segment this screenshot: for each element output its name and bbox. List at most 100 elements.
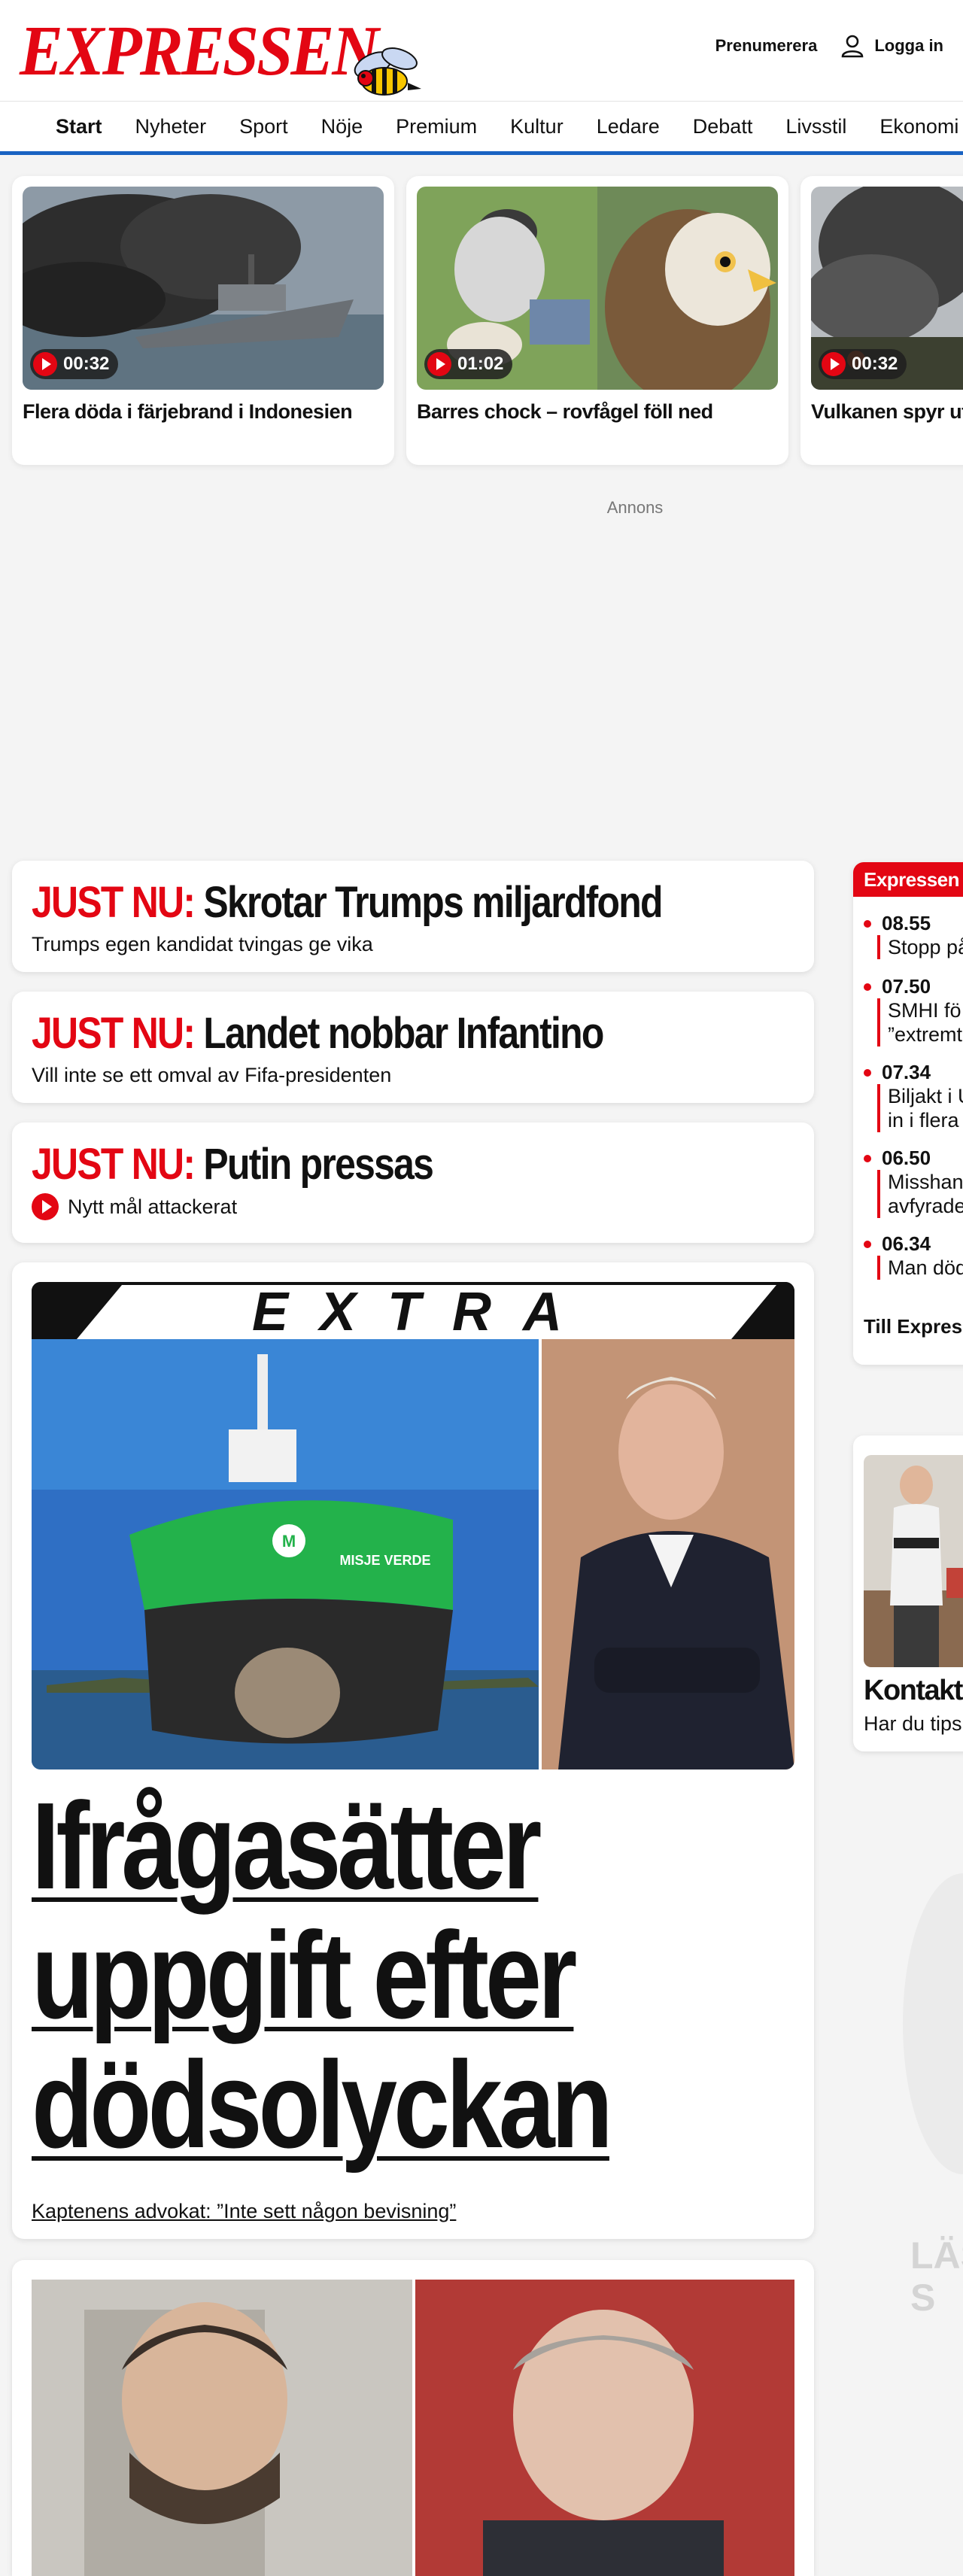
video-card[interactable]: 01:02 Barres chock – rovfågel föll ned (406, 176, 788, 465)
live-text[interactable]: Stopp på (877, 935, 963, 959)
live-text[interactable]: Biljakt i U in i flera (877, 1084, 963, 1132)
ship-name-text: MISJE VERDE (339, 1553, 430, 1568)
ship-and-captain-image: M MISJE VERDE (32, 1339, 794, 1769)
live-time: 08.55 (882, 912, 931, 934)
nav-item-premium[interactable]: Premium (379, 115, 494, 138)
sub-text: Trumps egen kandidat tvingas ge vika (32, 933, 373, 955)
video-title[interactable]: Flera döda i färjebrand i Indonesien (23, 400, 353, 424)
nav-item-livsstil[interactable]: Livsstil (769, 115, 863, 138)
contact-image[interactable] (864, 1455, 963, 1667)
live-text[interactable]: SMHI fö ”extremt (877, 998, 963, 1046)
just-now-card[interactable]: JUST NU: Landet nobbar Infantino Vill in… (12, 992, 814, 1103)
just-now-sub: Vill inte se ett omval av Fifa-president… (32, 1064, 391, 1087)
video-carousel: 00:32 Flera döda i färjebrand i Indonesi… (0, 164, 963, 472)
sub-text: Nytt mål attackerat (68, 1195, 238, 1218)
nav-item-sport[interactable]: Sport (223, 115, 305, 138)
live-feed-item[interactable]: 06.50 Misshan avfyrade (864, 1147, 963, 1218)
just-now-card[interactable]: JUST NU: Putin pressas Nytt mål attacker… (12, 1122, 814, 1243)
ad-label: Annons (606, 498, 664, 517)
extra-article-image[interactable]: M MISJE VERDE (32, 1339, 794, 1769)
play-icon[interactable] (32, 1193, 59, 1220)
play-icon (33, 352, 57, 376)
video-card[interactable]: 00:32 Flera döda i färjebrand i Indonesi… (12, 176, 394, 465)
contact-title[interactable]: Kontakta (864, 1675, 963, 1707)
just-now-sub: Nytt mål attackerat (32, 1193, 237, 1220)
main-nav: Start Nyheter Sport Nöje Premium Kultur … (0, 101, 963, 155)
just-now-headline[interactable]: JUST NU: Putin pressas (32, 1139, 434, 1189)
live-dot-icon (864, 919, 871, 928)
just-now-headline[interactable]: JUST NU: Skrotar Trumps miljardfond (32, 877, 664, 928)
live-time: 07.50 (882, 975, 931, 998)
duration-text: 01:02 (457, 354, 504, 374)
video-duration: 00:32 (30, 349, 119, 379)
nav-item-ekonomi[interactable]: Ekonomi (863, 115, 963, 138)
header-actions: Prenumerera Logga in (715, 33, 943, 59)
login-label[interactable]: Logga in (874, 36, 943, 56)
just-now-headline[interactable]: JUST NU: Landet nobbar Infantino (32, 1008, 604, 1059)
wasp-icon (354, 47, 421, 96)
extra-banner-graphic: EXTRA (32, 1282, 794, 1339)
just-now-prefix: JUST NU: (32, 1140, 196, 1189)
faded-sidebar-ad[interactable]: LÄS S (888, 1836, 963, 2407)
play-icon (822, 352, 846, 376)
just-now-sub: Trumps egen kandidat tvingas ge vika (32, 933, 373, 956)
live-feed-more-link[interactable]: Till Express (864, 1315, 963, 1338)
video-title[interactable]: Vulkanen spyr ut (811, 400, 963, 424)
duration-text: 00:32 (63, 354, 110, 374)
logo-text[interactable]: EXPRESSEN (20, 14, 379, 89)
next-article-card[interactable] (12, 2260, 814, 2576)
live-dot-icon (864, 1154, 871, 1162)
just-now-prefix: JUST NU: (32, 878, 196, 927)
nav-item-noje[interactable]: Nöje (305, 115, 380, 138)
nav-item-kultur[interactable]: Kultur (494, 115, 580, 138)
live-text[interactable]: Man död (877, 1256, 963, 1280)
subscribe-label[interactable]: Prenumerera (715, 36, 818, 56)
live-feed-item[interactable]: 08.55 Stopp på (864, 912, 963, 959)
live-feed-widget: Expressen 08.55 Stopp på 07.50 SMHI fö ”… (853, 862, 963, 1365)
live-dot-icon (864, 1068, 871, 1077)
faded-ad-text: LÄS S (910, 2234, 963, 2319)
extra-banner-text: EXTRA (252, 1282, 594, 1339)
extra-banner: EXTRA (32, 1282, 794, 1339)
newsroom-image (864, 1455, 963, 1667)
live-time: 06.34 (882, 1232, 931, 1255)
video-thumbnail[interactable]: 00:32 (23, 187, 384, 390)
sub-text: Vill inte se ett omval av Fifa-president… (32, 1064, 392, 1086)
video-duration: 00:32 (819, 349, 907, 379)
live-text[interactable]: Misshan avfyrade (877, 1170, 963, 1218)
duration-text: 00:32 (852, 354, 898, 374)
contact-widget[interactable]: Kontakta Har du tips (853, 1435, 963, 1751)
headline-text[interactable]: Skrotar Trumps miljardfond (203, 878, 663, 927)
site-header: EXPRESSEN Prenumerera Logga in (0, 0, 963, 101)
zelensky-putin-image (32, 2280, 794, 2576)
live-dot-icon (864, 983, 871, 991)
subscribe-link[interactable]: Prenumerera (715, 36, 818, 56)
user-icon[interactable] (840, 33, 865, 59)
live-feed-item[interactable]: 07.34 Biljakt i U in i flera (864, 1061, 963, 1132)
video-card[interactable]: 00:32 Vulkanen spyr ut (800, 176, 963, 465)
video-title[interactable]: Barres chock – rovfågel föll ned (417, 400, 713, 424)
nav-item-start[interactable]: Start (39, 115, 119, 138)
live-feed-item[interactable]: 06.34 Man död (864, 1232, 963, 1280)
video-thumbnail[interactable]: 00:32 (811, 187, 963, 390)
video-duration: 01:02 (424, 349, 513, 379)
just-now-card[interactable]: JUST NU: Skrotar Trumps miljardfond Trum… (12, 861, 814, 972)
nav-item-nyheter[interactable]: Nyheter (119, 115, 223, 138)
play-icon (427, 352, 451, 376)
contact-sub: Har du tips (864, 1712, 962, 1735)
just-now-prefix: JUST NU: (32, 1009, 196, 1058)
live-feed-item[interactable]: 07.50 SMHI fö ”extremt (864, 975, 963, 1046)
nav-item-debatt[interactable]: Debatt (676, 115, 770, 138)
nav-item-ledare[interactable]: Ledare (580, 115, 676, 138)
headline-text[interactable]: Landet nobbar Infantino (203, 1009, 604, 1058)
extra-article-card[interactable]: EXTRA M MISJE VERDE Ifrågasätter uppgift… (12, 1262, 814, 2239)
headline-text[interactable]: Putin pressas (203, 1140, 433, 1189)
live-dot-icon (864, 1240, 871, 1248)
faded-illustration (903, 1873, 963, 2174)
extra-subheadline[interactable]: Kaptenens advokat: ”Inte sett någon bevi… (32, 2200, 456, 2223)
login-link[interactable]: Logga in (840, 33, 943, 59)
extra-headline[interactable]: Ifrågasätter uppgift efter dödsolyckan (32, 1782, 667, 2170)
video-thumbnail[interactable]: 01:02 (417, 187, 778, 390)
live-feed-title[interactable]: Expressen (853, 862, 963, 897)
svg-text:M: M (282, 1532, 296, 1551)
